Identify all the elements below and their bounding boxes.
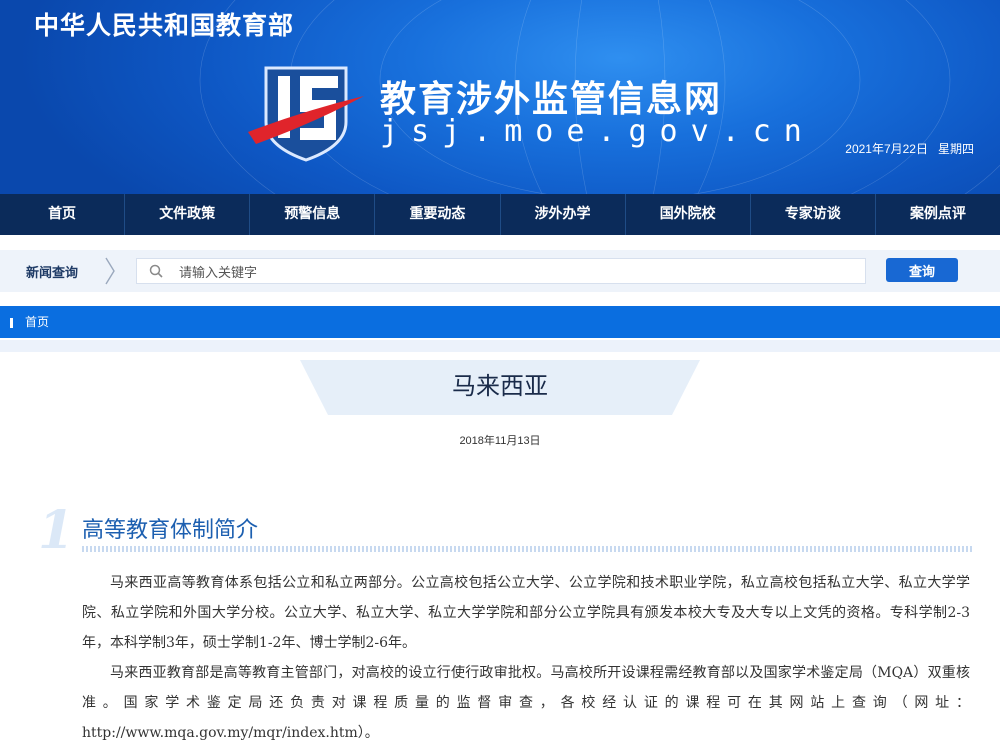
nav-item-foreign-universities[interactable]: 国外院校: [626, 194, 751, 235]
search-button[interactable]: 查询: [886, 258, 958, 282]
ministry-name: 中华人民共和国教育部: [34, 11, 295, 40]
site-logo-icon: [248, 66, 364, 162]
current-date: 2021年7月22日 星期四: [845, 140, 974, 157]
nav-item-policy[interactable]: 文件政策: [125, 194, 251, 235]
chevron-right-icon: [105, 257, 115, 285]
nav-item-news[interactable]: 重要动态: [375, 194, 501, 235]
nav-item-interviews[interactable]: 专家访谈: [751, 194, 876, 235]
date-text: 2021年7月22日: [845, 142, 928, 156]
breadcrumb-underline: [0, 340, 1000, 352]
search-label: 新闻查询: [26, 266, 79, 281]
site-domain: jsj.moe.gov.cn: [380, 114, 815, 149]
nav-item-home[interactable]: 首页: [0, 194, 126, 235]
article-date: 2018年11月13日: [459, 435, 541, 447]
section-number: 1: [38, 500, 75, 561]
weekday-text: 星期四: [937, 142, 974, 156]
search-icon: [149, 264, 163, 278]
search-bar: 新闻查询 查询: [0, 250, 1000, 292]
section-divider: [82, 546, 972, 552]
nav-item-cases[interactable]: 案例点评: [876, 194, 1000, 235]
search-box: [136, 258, 866, 285]
breadcrumb: 首页: [0, 306, 1000, 338]
breadcrumb-marker: [10, 318, 13, 328]
nav-item-warnings[interactable]: 预警信息: [250, 194, 376, 235]
search-input[interactable]: [177, 259, 861, 285]
header-banner: 中华人民共和国教育部 教育涉外监管信息网 jsj.moe.gov.cn 2021…: [0, 0, 1000, 194]
article-paragraph: 马来西亚教育部是高等教育主管部门，对高校的设立行使行政审批权。马高校所开设课程需…: [82, 665, 970, 741]
article-paragraph: 马来西亚高等教育体系包括公立和私立两部分。公立高校包括公立大学、公立学院和技术职…: [82, 575, 970, 651]
nav-item-foreign-schooling[interactable]: 涉外办学: [501, 194, 626, 235]
main-nav: 首页 文件政策 预警信息 重要动态 涉外办学 国外院校 专家访谈 案例点评: [0, 194, 1000, 235]
article-body: 马来西亚高等教育体系包括公立和私立两部分。公立高校包括公立大学、公立学院和技术职…: [82, 568, 970, 748]
breadcrumb-home-link[interactable]: 首页: [25, 313, 49, 330]
article-title: 马来西亚: [452, 372, 548, 400]
section-title: 高等教育体制简介: [82, 518, 259, 543]
